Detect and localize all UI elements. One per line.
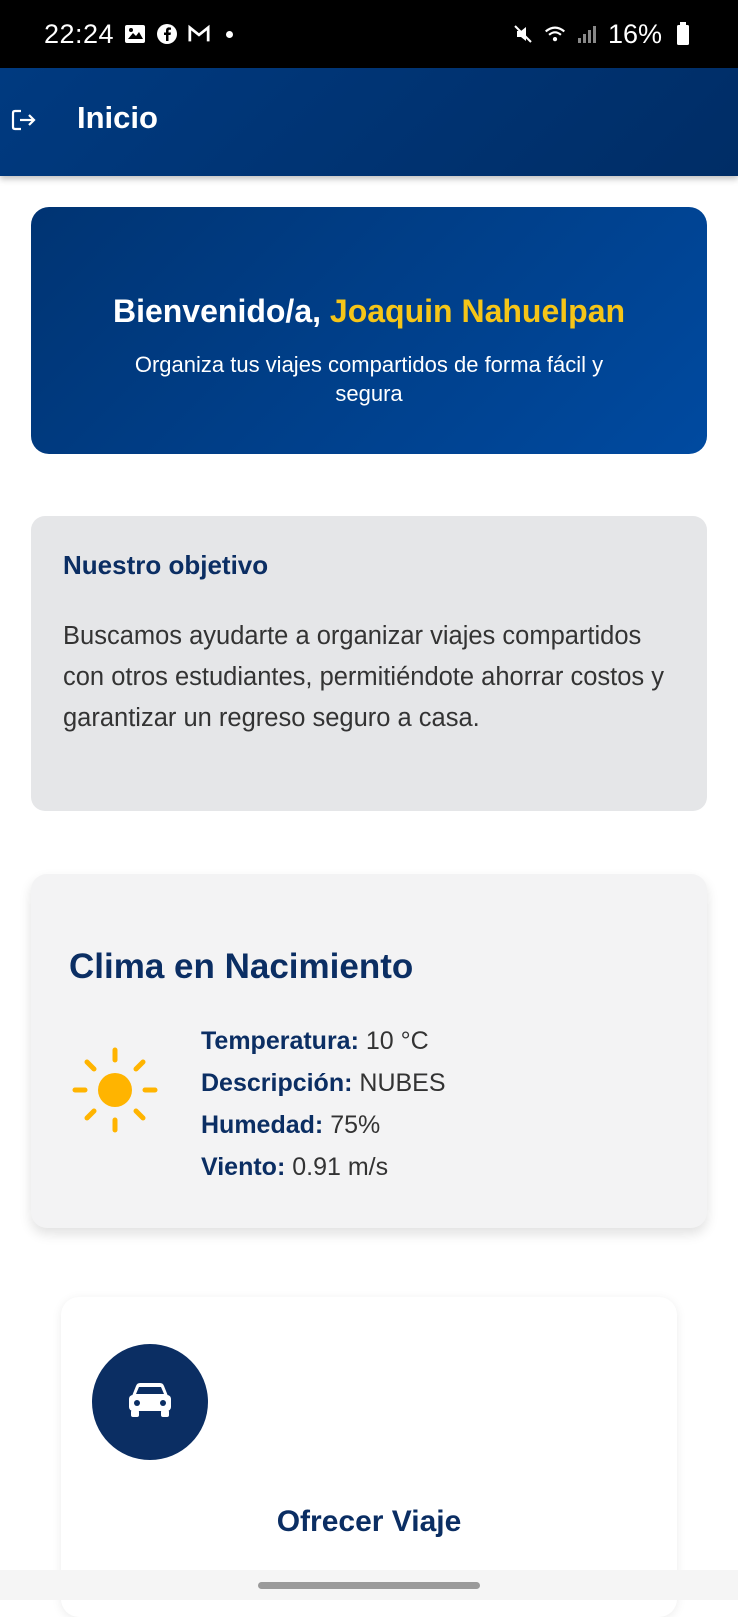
weather-wind: Viento: 0.91 m/s	[201, 1146, 446, 1188]
user-name: Joaquin Nahuelpan	[329, 293, 626, 329]
greeting-text: Bienvenido/a,	[112, 293, 321, 329]
weather-card: Clima en Nacimiento Temperatura: 10 °C D…	[31, 874, 707, 1228]
weather-value: 0.91 m/s	[292, 1153, 389, 1181]
weather-label: Viento:	[201, 1153, 286, 1181]
gallery-icon	[124, 23, 146, 45]
battery-percent: 16%	[607, 18, 662, 49]
offer-trip-card[interactable]: Ofrecer Viaje	[61, 1297, 677, 1617]
facebook-icon	[156, 23, 178, 45]
welcome-greeting: Bienvenido/a, Joaquin Nahuelpan	[31, 293, 707, 330]
objective-title: Nuestro objetivo	[63, 550, 269, 580]
objective-card: Nuestro objetivo Buscamos ayudarte a org…	[31, 516, 707, 811]
logout-icon[interactable]	[10, 106, 38, 134]
welcome-card: Bienvenido/a, Joaquin Nahuelpan Organiza…	[31, 207, 707, 454]
weather-humidity: Humedad: 75%	[201, 1104, 446, 1146]
weather-value: NUBES	[359, 1069, 446, 1097]
sun-icon	[71, 1046, 159, 1134]
weather-label: Temperatura:	[201, 1027, 359, 1055]
mute-icon	[512, 23, 534, 45]
weather-temperature: Temperatura: 10 °C	[201, 1020, 446, 1062]
welcome-subtitle: Organiza tus viajes compartidos de forma…	[134, 352, 604, 406]
offer-trip-icon-circle	[92, 1344, 208, 1460]
status-time: 22:24	[44, 18, 115, 49]
weather-title: Clima en Nacimiento	[69, 947, 414, 986]
offer-trip-label: Ofrecer Viaje	[276, 1505, 462, 1538]
weather-value: 75%	[330, 1111, 381, 1139]
weather-description: Descripción: NUBES	[201, 1062, 446, 1104]
app-bar: Inicio	[0, 68, 738, 176]
battery-icon	[672, 22, 694, 45]
objective-text: Buscamos ayudarte a organizar viajes com…	[63, 622, 664, 732]
home-indicator[interactable]	[258, 1582, 480, 1589]
gmail-icon	[188, 23, 210, 45]
system-nav-bar	[0, 1570, 738, 1600]
car-icon	[126, 1380, 174, 1425]
status-bar: 22:24 16%	[0, 0, 738, 68]
notification-dot-icon	[226, 30, 234, 38]
page-title: Inicio	[77, 100, 158, 135]
wifi-icon	[544, 23, 566, 45]
signal-icon	[576, 23, 598, 45]
weather-label: Descripción:	[201, 1069, 353, 1097]
weather-value: 10 °C	[365, 1027, 429, 1055]
weather-details: Temperatura: 10 °C Descripción: NUBES Hu…	[201, 1020, 446, 1188]
weather-label: Humedad:	[201, 1111, 324, 1139]
